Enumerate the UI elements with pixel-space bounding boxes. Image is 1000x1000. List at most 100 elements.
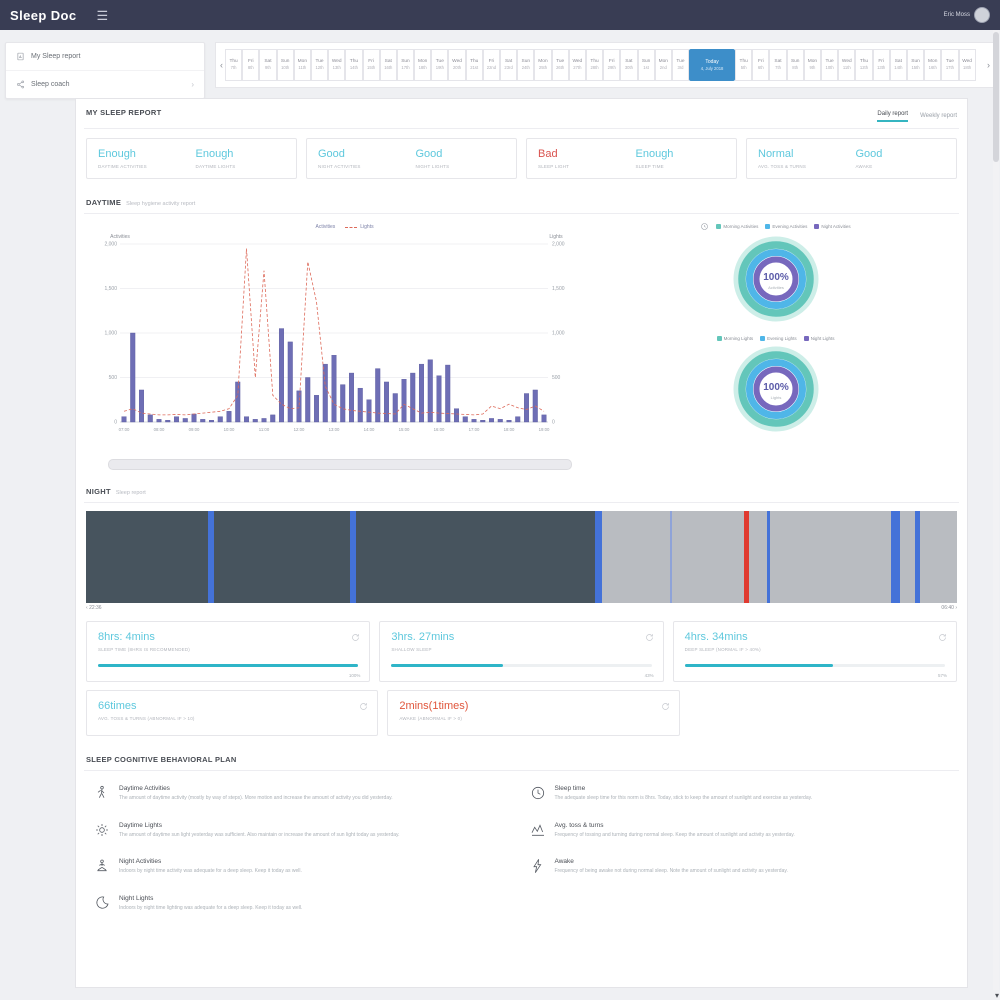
activity-bar bbox=[375, 369, 380, 422]
date-cell[interactable]: Tue12th bbox=[311, 49, 328, 81]
svg-text:12:00: 12:00 bbox=[294, 427, 305, 432]
date-cell[interactable]: Tue26th bbox=[552, 49, 569, 81]
date-cell[interactable]: Thu12th bbox=[855, 49, 872, 81]
activity-bar bbox=[332, 355, 337, 422]
date-cell-date: 10th bbox=[281, 65, 289, 71]
date-cell[interactable]: Fri8th bbox=[242, 49, 259, 81]
activity-bar bbox=[122, 417, 127, 422]
date-cell[interactable]: Sun10th bbox=[277, 49, 294, 81]
plan-column-left: Daytime ActivitiesThe amount of daytime … bbox=[86, 775, 522, 921]
date-cell[interactable]: Wed11th bbox=[838, 49, 855, 81]
daytime-chart-holder: 005005001,0001,0001,5001,5002,0002,000Ac… bbox=[86, 230, 594, 457]
date-cell[interactable]: Mon2nd bbox=[655, 49, 672, 81]
date-cell[interactable]: Sat7th bbox=[769, 49, 786, 81]
date-cell[interactable]: Sun17th bbox=[397, 49, 414, 81]
date-prev-arrow[interactable]: ‹ bbox=[218, 60, 225, 70]
donuts-column: Morning ActivitiesEvening ActivitiesNigh… bbox=[594, 216, 957, 470]
refresh-icon[interactable] bbox=[645, 629, 654, 638]
date-cell[interactable]: Mon11th bbox=[294, 49, 311, 81]
date-cell[interactable]: Tue17th bbox=[941, 49, 958, 81]
date-cell[interactable]: Fri29th bbox=[603, 49, 620, 81]
date-cell[interactable]: Fri22nd bbox=[483, 49, 500, 81]
plan-title: SLEEP COGNITIVE BEHAVIORAL PLAN bbox=[86, 755, 237, 764]
date-cell[interactable]: Sun24th bbox=[517, 49, 534, 81]
summary-card: GoodNIGHT ACTIVITIESGoodNIGHT LIGHTS bbox=[306, 138, 517, 179]
date-cell[interactable]: Tue10th bbox=[821, 49, 838, 81]
date-cell[interactable]: Sat16th bbox=[380, 49, 397, 81]
date-cell[interactable]: Thu7th bbox=[225, 49, 242, 81]
svg-text:0: 0 bbox=[552, 420, 555, 426]
activity-bar bbox=[515, 417, 520, 422]
tab-daily-report[interactable]: Daily report bbox=[877, 111, 908, 122]
date-cell[interactable]: Sun1st bbox=[638, 49, 655, 81]
scroll-down-arrow[interactable]: ▾ bbox=[995, 992, 1000, 1000]
date-next-arrow[interactable]: › bbox=[985, 60, 992, 70]
date-cell-date: 25th bbox=[539, 65, 547, 71]
date-cell[interactable]: Tue3rd bbox=[672, 49, 689, 81]
date-cell[interactable]: Sat23rd bbox=[500, 49, 517, 81]
date-cell[interactable]: Wed13th bbox=[328, 49, 345, 81]
date-cell[interactable]: Sun15th bbox=[907, 49, 924, 81]
stat-value: 3hrs. 27mins bbox=[391, 631, 651, 643]
date-cell-date: 11th bbox=[298, 65, 306, 71]
date-cell[interactable]: Sat9th bbox=[259, 49, 276, 81]
avatar[interactable] bbox=[974, 7, 990, 23]
date-cell[interactable]: Wed20th bbox=[448, 49, 465, 81]
date-cell[interactable]: Sat14th bbox=[890, 49, 907, 81]
activity-bar bbox=[384, 382, 389, 422]
date-cell-day: Tue bbox=[826, 59, 834, 66]
hamburger-menu-icon[interactable]: ☰ bbox=[96, 9, 108, 22]
date-cell[interactable]: Tue19th bbox=[431, 49, 448, 81]
date-cell[interactable]: Mon25th bbox=[534, 49, 551, 81]
sidebar-item-sleep-coach[interactable]: Sleep coach › bbox=[6, 71, 204, 98]
date-cell-day: Sat bbox=[625, 59, 632, 66]
summary-item: GoodNIGHT ACTIVITIES bbox=[318, 148, 408, 169]
date-cell[interactable]: Mon16th bbox=[924, 49, 941, 81]
date-cell[interactable]: Fri13th bbox=[873, 49, 890, 81]
date-cell[interactable]: Fri6th bbox=[752, 49, 769, 81]
date-cell-day: Mon bbox=[298, 59, 307, 66]
date-cell-today[interactable]: Today4, July 2018 bbox=[689, 49, 735, 81]
date-cell[interactable]: Mon9th bbox=[804, 49, 821, 81]
date-cell[interactable]: Sat30th bbox=[620, 49, 637, 81]
plan-item-title: Night Activities bbox=[119, 858, 302, 865]
refresh-icon[interactable] bbox=[351, 629, 360, 638]
tab-weekly-report[interactable]: Weekly report bbox=[920, 113, 957, 122]
chart-legend: Activities Lights bbox=[86, 216, 594, 230]
svg-text:2,000: 2,000 bbox=[552, 242, 565, 248]
refresh-icon[interactable] bbox=[661, 698, 670, 707]
page-scrollbar[interactable] bbox=[993, 30, 999, 990]
donut-legend-item: Evening Activities bbox=[765, 224, 807, 229]
bolt-icon bbox=[530, 858, 546, 874]
chart-scrollbar[interactable] bbox=[108, 459, 572, 470]
date-cell[interactable]: Thu28th bbox=[586, 49, 603, 81]
plan-text: Daytime LightsThe amount of daytime sun … bbox=[119, 822, 400, 840]
date-cell[interactable]: Sun8th bbox=[787, 49, 804, 81]
date-cell[interactable]: Wed27th bbox=[569, 49, 586, 81]
date-cell[interactable]: Wed18th bbox=[959, 49, 976, 81]
date-cell[interactable]: Fri15th bbox=[363, 49, 380, 81]
date-cell[interactable]: Thu5th bbox=[735, 49, 752, 81]
night-header: NIGHT Sleep report bbox=[84, 478, 959, 503]
sun-icon bbox=[94, 822, 110, 838]
donut-lights-chart: 100%Lights bbox=[728, 341, 824, 442]
refresh-icon[interactable] bbox=[359, 698, 368, 707]
date-cell[interactable]: Mon18th bbox=[414, 49, 431, 81]
date-cell[interactable]: Thu21st bbox=[466, 49, 483, 81]
plan-text: Avg. toss & turnsFrequency of tossing an… bbox=[555, 822, 795, 840]
date-cell-day: Sun bbox=[911, 59, 920, 66]
night-sleep-timeline[interactable] bbox=[86, 511, 957, 603]
user-menu[interactable]: Eric Moss bbox=[944, 7, 990, 23]
plan-item-desc: Frequency of being awake not during norm… bbox=[555, 868, 788, 876]
date-cell-day: Tue bbox=[946, 59, 954, 66]
refresh-icon[interactable] bbox=[938, 629, 947, 638]
stat-card: 3hrs. 27minsSHALLOW SLEEP43% bbox=[379, 621, 663, 682]
sidebar-item-my-sleep-report[interactable]: My Sleep report bbox=[6, 43, 204, 71]
page-scrollbar-thumb[interactable] bbox=[993, 32, 999, 162]
summary-label: NIGHT ACTIVITIES bbox=[318, 164, 408, 169]
date-cell-day: Sun bbox=[522, 59, 531, 66]
plan-item-desc: The amount of daytime activity (mostly b… bbox=[119, 795, 393, 803]
activity-bar bbox=[349, 373, 354, 422]
date-cell[interactable]: Thu14th bbox=[345, 49, 362, 81]
date-cell-date: 11th bbox=[843, 65, 851, 71]
